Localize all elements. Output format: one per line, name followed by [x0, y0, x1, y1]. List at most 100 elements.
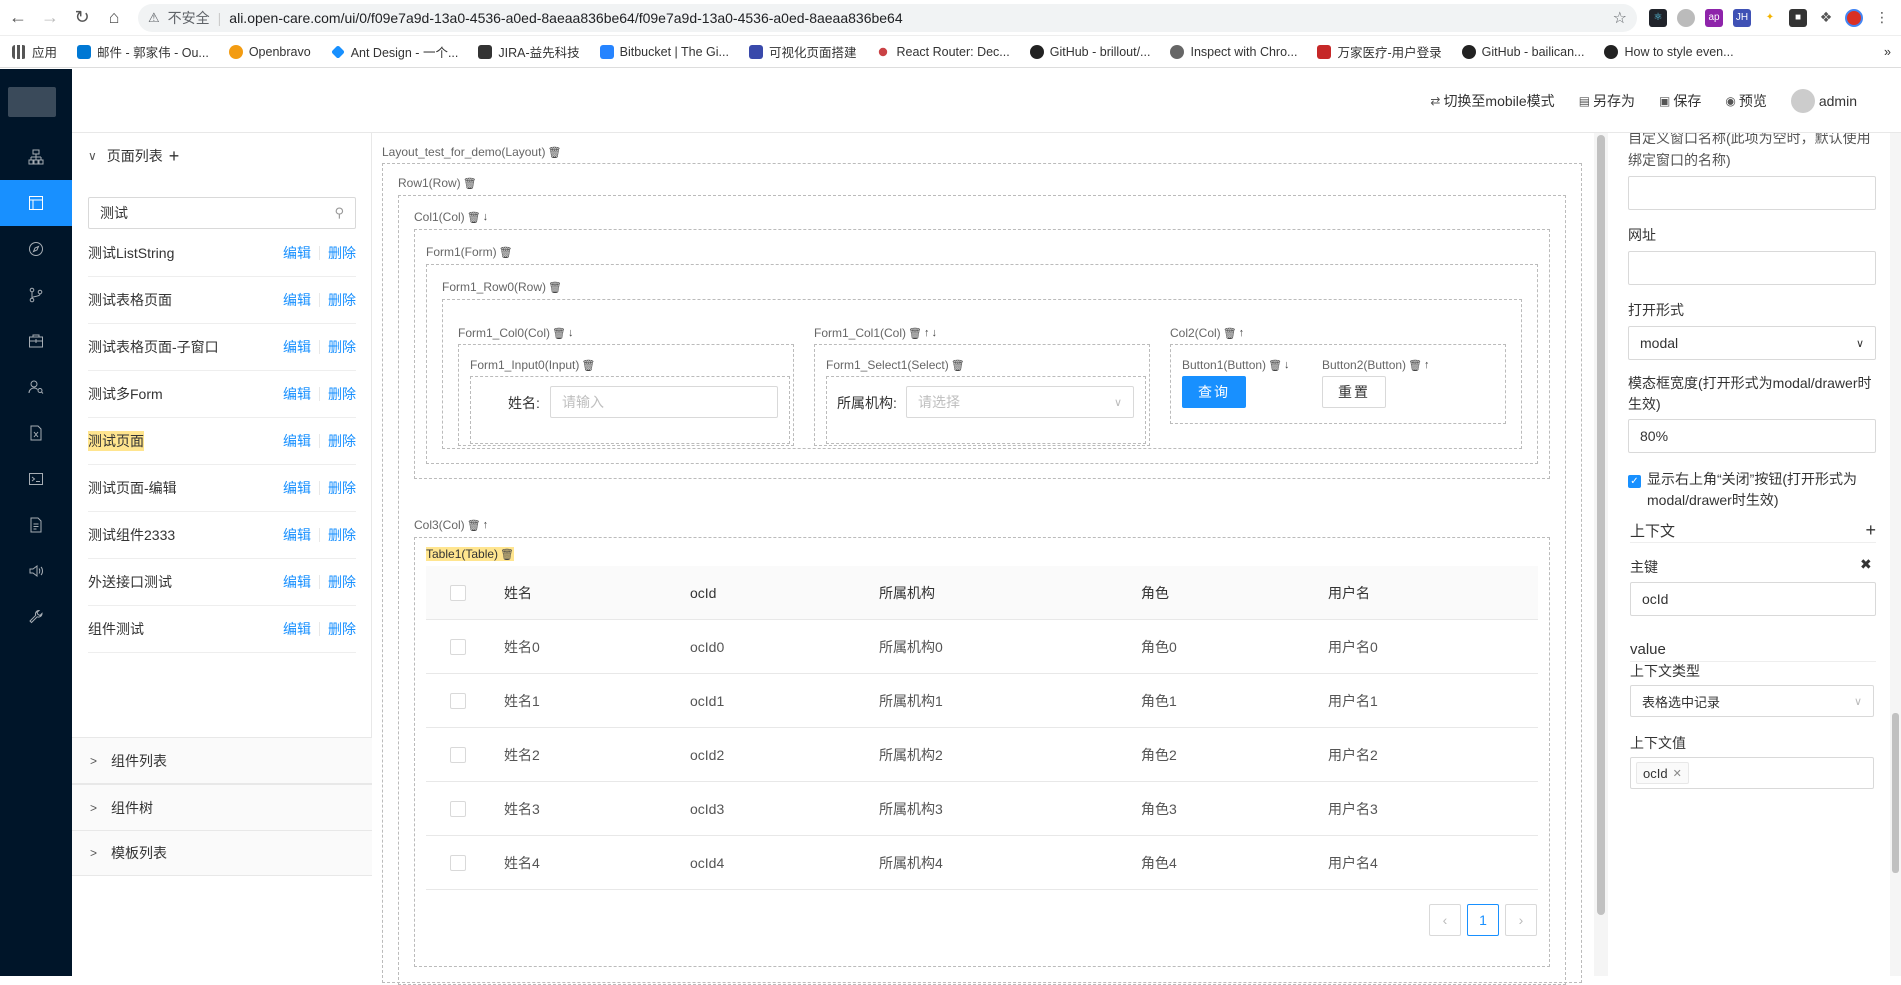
trash-icon[interactable]: 🗑: [500, 548, 514, 561]
bookmark-item[interactable]: 邮件 - 郭家伟 - Ou...: [77, 42, 209, 61]
bookmark-item[interactable]: Ant Design - 一个...: [330, 42, 458, 61]
extension-jh-icon[interactable]: JH: [1733, 8, 1751, 27]
context-type-select[interactable]: 表格选中记录 ∨: [1630, 685, 1874, 717]
nav-tool-icon[interactable]: [0, 594, 72, 640]
form1-row0-label[interactable]: Form1_Row0(Row) 🗑: [442, 280, 562, 294]
nav-file-text-icon[interactable]: [0, 502, 72, 548]
row-checkbox[interactable]: [450, 800, 466, 817]
reset-button[interactable]: 重置: [1322, 376, 1386, 408]
next-page-button[interactable]: ›: [1505, 904, 1537, 936]
component-list-section[interactable]: > 组件列表: [72, 737, 372, 783]
trash-icon[interactable]: 🗑: [499, 246, 513, 259]
nav-compass-icon[interactable]: [0, 226, 72, 272]
edit-page-link[interactable]: 编辑: [283, 290, 311, 310]
forward-icon[interactable]: →: [36, 4, 64, 32]
edit-page-link[interactable]: 编辑: [283, 384, 311, 404]
trash-icon[interactable]: 🗑: [1268, 359, 1282, 372]
arrow-down-icon[interactable]: ↓: [568, 327, 574, 339]
bookmark-item[interactable]: GitHub - brillout/...: [1029, 44, 1150, 59]
extension-purple-icon[interactable]: ap: [1705, 8, 1723, 27]
row-checkbox[interactable]: [450, 638, 466, 655]
switch-mobile-button[interactable]: ⇄ 切换至mobile模式: [1430, 91, 1554, 111]
arrow-up-icon[interactable]: ↑: [1239, 327, 1245, 339]
table-row[interactable]: 姓名4 ocId4 所属机构4 角色4 用户名4: [426, 836, 1538, 890]
trash-icon[interactable]: 🗑: [581, 359, 595, 372]
reload-icon[interactable]: ↻: [68, 4, 96, 32]
add-page-icon[interactable]: +: [169, 146, 180, 167]
bookmark-item[interactable]: 应用: [12, 42, 57, 61]
page-list-item[interactable]: 外送接口测试 编辑 删除: [88, 559, 356, 606]
close-icon[interactable]: ✕: [1673, 767, 1682, 780]
select1-label[interactable]: Form1_Select1(Select) 🗑: [826, 358, 965, 372]
react-devtools-icon[interactable]: ⚛: [1649, 8, 1667, 27]
row1-label[interactable]: Row1(Row) 🗑: [398, 176, 477, 190]
extension-dark-icon[interactable]: ■: [1789, 8, 1807, 27]
search-icon[interactable]: ⚲: [334, 205, 344, 221]
bookmark-item[interactable]: Openbravo: [228, 44, 311, 59]
page-list-item[interactable]: 测试表格页面-子窗口 编辑 删除: [88, 324, 356, 371]
nav-user-search-icon[interactable]: [0, 364, 72, 410]
arrow-up-icon[interactable]: ↑: [1424, 359, 1430, 371]
delete-page-link[interactable]: 删除: [328, 243, 356, 263]
col1-label[interactable]: Col1(Col) 🗑 ↓: [414, 210, 488, 224]
page-list-item[interactable]: 测试组件2333 编辑 删除: [88, 512, 356, 559]
trash-icon[interactable]: 🗑: [1223, 327, 1237, 340]
window-name-input[interactable]: [1628, 176, 1876, 210]
col3-label[interactable]: Col3(Col) 🗑 ↑: [414, 518, 488, 532]
nav-sitemap-icon[interactable]: [0, 134, 72, 180]
delete-page-link[interactable]: 删除: [328, 337, 356, 357]
save-button[interactable]: ▣ 保存: [1659, 91, 1701, 111]
trash-icon[interactable]: 🗑: [547, 146, 561, 159]
arrow-down-icon[interactable]: ↓: [483, 211, 489, 223]
canvas-scrollbar[interactable]: [1594, 133, 1608, 976]
delete-page-link[interactable]: 删除: [328, 619, 356, 639]
page-search-input[interactable]: 测试 ⚲: [88, 197, 356, 229]
nav-build-icon[interactable]: [0, 318, 72, 364]
table-row[interactable]: 姓名0 ocId0 所属机构0 角色0 用户名0: [426, 620, 1538, 674]
trash-icon[interactable]: 🗑: [548, 281, 562, 294]
row-checkbox[interactable]: [450, 854, 466, 871]
delete-page-link[interactable]: 删除: [328, 384, 356, 404]
extension-bulb-icon[interactable]: ✦: [1761, 8, 1779, 27]
form1-col0-label[interactable]: Form1_Col0(Col) 🗑 ↓: [458, 326, 574, 340]
layout-label[interactable]: Layout_test_for_demo(Layout) 🗑: [382, 145, 561, 159]
page-list-item[interactable]: 测试多Form 编辑 删除: [88, 371, 356, 418]
preview-button[interactable]: ◉ 预览: [1725, 91, 1766, 111]
page-list-item[interactable]: 组件测试 编辑 删除: [88, 606, 356, 653]
more-bookmarks-icon[interactable]: »: [1884, 45, 1891, 59]
prev-page-button[interactable]: ‹: [1429, 904, 1461, 936]
page-1-button[interactable]: 1: [1467, 904, 1499, 936]
arrow-down-icon[interactable]: ↓: [932, 327, 938, 339]
name-input[interactable]: 请输入: [550, 386, 778, 418]
bookmark-item[interactable]: 万家医疗-用户登录: [1317, 42, 1442, 61]
trash-icon[interactable]: 🗑: [552, 327, 566, 340]
delete-page-link[interactable]: 删除: [328, 431, 356, 451]
properties-scrollbar[interactable]: [1890, 133, 1901, 976]
page-list-item[interactable]: 测试页面 编辑 删除: [88, 418, 356, 465]
properties-scroll-thumb[interactable]: [1892, 713, 1899, 873]
page-list-header[interactable]: ∨ 页面列表 +: [72, 133, 371, 179]
edit-page-link[interactable]: 编辑: [283, 572, 311, 592]
arrow-up-icon[interactable]: ↑: [924, 327, 930, 339]
key-input[interactable]: ocId: [1630, 582, 1876, 616]
edit-page-link[interactable]: 编辑: [283, 337, 311, 357]
url-input[interactable]: [1628, 251, 1876, 285]
remove-context-icon[interactable]: ✖: [1860, 556, 1872, 573]
table-row[interactable]: 姓名1 ocId1 所属机构1 角色1 用户名1: [426, 674, 1538, 728]
edit-page-link[interactable]: 编辑: [283, 243, 311, 263]
edit-page-link[interactable]: 编辑: [283, 525, 311, 545]
extensions-puzzle-icon[interactable]: ❖: [1817, 8, 1835, 27]
show-close-checkbox[interactable]: ✓: [1628, 475, 1641, 488]
button2-label[interactable]: Button2(Button) 🗑 ↑: [1322, 358, 1430, 372]
edit-page-link[interactable]: 编辑: [283, 478, 311, 498]
context-value-select[interactable]: ocId ✕: [1630, 757, 1874, 789]
edit-page-link[interactable]: 编辑: [283, 431, 311, 451]
trash-icon[interactable]: 🗑: [463, 177, 477, 190]
bookmark-item[interactable]: JIRA-益先科技: [478, 42, 580, 61]
save-as-button[interactable]: ▤ 另存为: [1579, 91, 1635, 111]
table-row[interactable]: 姓名2 ocId2 所属机构2 角色2 用户名2: [426, 728, 1538, 782]
bookmark-item[interactable]: 可视化页面搭建: [748, 42, 856, 61]
delete-page-link[interactable]: 删除: [328, 478, 356, 498]
trash-icon[interactable]: 🗑: [467, 211, 481, 224]
home-icon[interactable]: ⌂: [100, 4, 128, 32]
